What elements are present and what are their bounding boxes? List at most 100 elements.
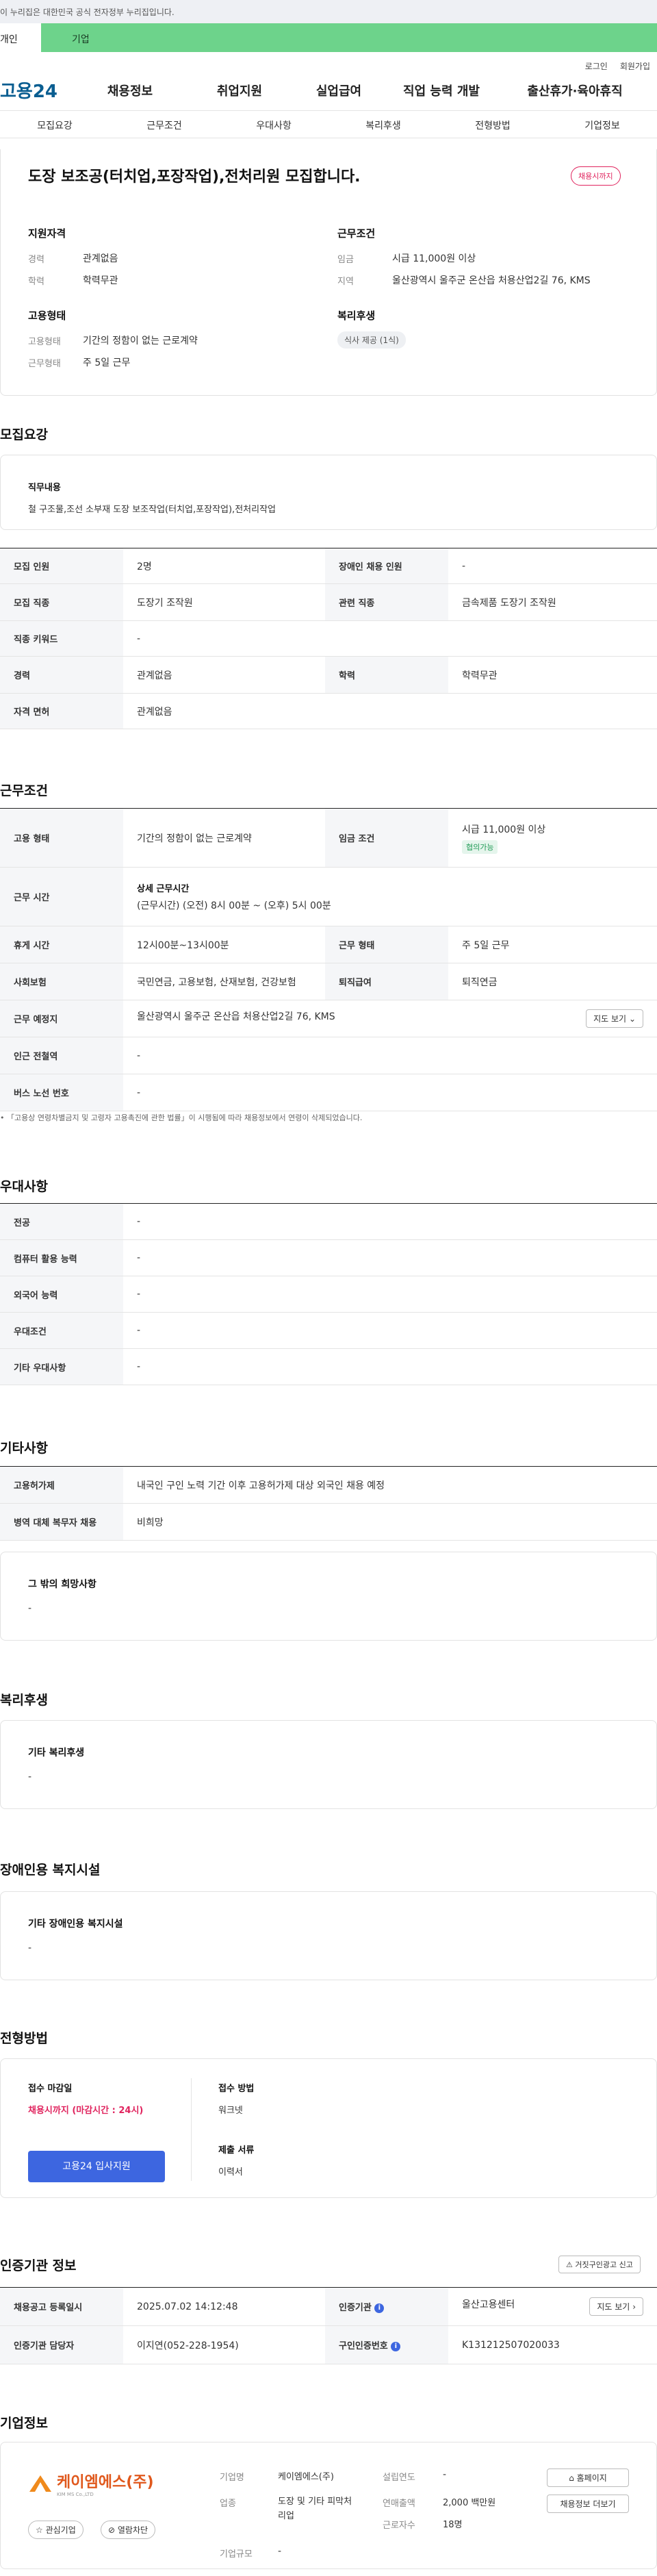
chevron-right-icon: › [632,2302,636,2312]
homepage-button[interactable]: ⌂ 홈페이지 [547,2468,629,2487]
employee-count-label: 근로자수 [383,2521,415,2531]
apply-button[interactable]: 고용24 입사지원 [28,2151,165,2182]
preferred-condition-value: - [123,1312,657,1349]
site-logo[interactable]: 고용24 [0,77,75,103]
welfare-heading: 복리후생 [337,310,376,322]
conditions-heading: 근무조건 [337,227,376,240]
join-link[interactable]: 회원가입 [620,60,650,71]
wage-cell: 시급 11,000원 이상 협의가능 [448,808,657,868]
report-icon: ⚠ [566,2260,573,2269]
chevron-down-icon: ⌄ [628,1014,636,1024]
preferences-section-title: 우대사항 [0,1179,48,1194]
employment-type-label: 고용형태 [28,337,61,347]
info-icon[interactable]: i [374,2303,385,2313]
company-name-value: 케이엠에스(주) [278,2472,334,2482]
homepage-label: 홈페이지 [576,2473,607,2483]
cert-org-header: 인증기관 i [325,2287,448,2326]
preferred-condition-header: 우대조건 [0,1312,123,1349]
nav-item-employment-support[interactable]: 취업지원 [185,81,294,99]
table-row: 인증기관 담당자 이지연(052-228-1954) 구인인증번호 i K131… [0,2325,657,2364]
industry-label: 업종 [220,2499,236,2509]
cert-table: 채용공고 등록일시 2025.07.02 14:12:48 인증기관 i 울산고… [0,2287,657,2364]
login-link[interactable]: 로그인 [585,60,608,71]
tab-business[interactable]: 기업 [41,23,657,52]
qualification-heading: 지원자격 [28,227,66,240]
work-permit-value: 내국인 구인 노력 기간 이후 고용허가제 대상 외국인 채용 예정 [123,1466,657,1504]
sales-label: 연매출액 [383,2499,415,2509]
disabled-facility-box: 기타 장애인용 복지시설 - [0,1891,657,1980]
sales-value: 2,000 백만원 [443,2498,496,2508]
area-value: 울산광역시 울주군 온산읍 처용산업2길 76, KMS [392,275,591,286]
more-jobs-button[interactable]: 채용정보 더보기 [547,2495,629,2513]
subway-value: - [123,1037,657,1074]
wage-label: 임금 [337,255,354,265]
military-service-value: 비희망 [123,1503,657,1541]
wage-cell-value: 시급 11,000원 이상 [462,824,546,835]
anchor-recruit[interactable]: 모집요강 [0,111,110,138]
cert-manager-value: 이지연(052-228-1954) [123,2325,325,2364]
map-view-button-label: 지도 보기 [593,1014,627,1024]
section-anchor-nav: 모집요강 근무조건 우대사항 복리후생 전형방법 기업정보 [0,111,657,138]
education-header: 학력 [325,656,448,694]
report-fake-ad-button[interactable]: ⚠ 거짓구인광고 신고 [558,2256,641,2273]
break-header: 휴게 시간 [0,926,123,963]
related-job-value: 금속제품 도장기 조작원 [448,583,657,621]
cert-map-button[interactable]: 지도 보기 › [589,2297,643,2316]
table-row: 외국어 능력 - [0,1276,657,1313]
area-label: 지역 [337,277,354,287]
table-row: 직종 키워드 - [0,620,657,657]
tab-personal[interactable]: 개인 [0,23,41,52]
work-type-value: 주 5일 근무 [83,357,131,368]
anchor-company[interactable]: 기업정보 [548,111,657,138]
table-row: 버스 노선 번호 - [0,1074,657,1111]
docs-heading: 제출 서류 [218,2145,255,2156]
recruit-table: 모집 인원 2명 장애인 채용 인원 - 모집 직종 도장기 조작원 관련 직종… [0,548,657,729]
cert-number-value: K131212507020033 [448,2325,657,2364]
company-size-value: - [278,2546,282,2557]
company-box: 케이엠에스(주) KIM MS Co.,LTD ☆ 관심기업 ⊘ 열람차단 기업… [0,2442,657,2569]
anchor-screening[interactable]: 전형방법 [438,111,548,138]
anchor-welfare[interactable]: 복리후생 [328,111,438,138]
cert-map-button-label: 지도 보기 [597,2302,630,2312]
work-time-header: 근무 시간 [0,867,123,926]
welfare-chip: 식사 제공 (1식) [337,331,406,349]
block-view-button[interactable]: ⊘ 열람차단 [101,2521,156,2539]
etc-section-title: 기타사항 [0,1441,48,1456]
map-view-button[interactable]: 지도 보기 ⌄ [586,1009,643,1028]
work-section-title: 근무조건 [0,783,48,798]
retirement-value: 퇴직연금 [448,963,657,1000]
nav-item-jobs[interactable]: 채용정보 [75,81,185,99]
workplace-value: 울산광역시 울주군 온산읍 처용산업2길 76, KMS [137,1011,335,1022]
nav-item-training[interactable]: 직업 능력 개발 [383,81,500,99]
welfare-section-title: 복리후생 [0,1693,48,1708]
job-description-heading: 직무내용 [28,483,61,493]
employee-count-value: 18명 [443,2520,463,2530]
info-icon[interactable]: i [391,2341,401,2351]
employment-type-heading: 고용형태 [28,310,66,322]
education-label: 학력 [28,277,44,287]
star-icon: ☆ [36,2525,43,2535]
table-row: 휴게 시간 12시00분~13시00분 근무 형태 주 5일 근무 [0,926,657,963]
career-cell: 관계없음 [123,656,325,694]
job-description-box: 직무내용 철 구조물,조선 소부재 도장 보조작업(터치업,포장작업),전처리작… [0,455,657,530]
method-heading: 접수 방법 [218,2084,255,2094]
bus-header: 버스 노선 번호 [0,1074,123,1111]
favorite-company-button[interactable]: ☆ 관심기업 [28,2521,83,2539]
nav-item-unemployment-benefit[interactable]: 실업급여 [294,81,383,99]
etc-table: 고용허가제 내국인 구인 노력 기간 이후 고용허가제 대상 외국인 채용 예정 … [0,1466,657,1541]
anchor-work-conditions[interactable]: 근무조건 [110,111,219,138]
cert-section-title: 인증기관 정보 [0,2258,77,2273]
disabled-headcount-header: 장애인 채용 인원 [325,548,448,584]
anchor-preferences[interactable]: 우대사항 [219,111,328,138]
headcount-header: 모집 인원 [0,548,123,584]
disabled-facility-section-title: 장애인용 복지시설 [0,1862,101,1878]
table-row: 모집 직종 도장기 조작원 관련 직종 금속제품 도장기 조작원 [0,583,657,621]
table-row: 전공 - [0,1203,657,1240]
work-form-header: 근무 형태 [325,926,448,963]
gov-banner: 이 누리집은 대한민국 공식 전자정부 누리집입니다. [0,0,657,23]
license-value: 관계없음 [123,693,657,729]
workplace-cell: 울산광역시 울주군 온산읍 처용산업2길 76, KMS 지도 보기 ⌄ [123,1000,657,1037]
career-value: 관계없음 [83,253,118,264]
other-hopes-value: - [28,1603,32,1614]
nav-item-parental-leave[interactable]: 출산휴가·육아휴직 [500,81,650,99]
